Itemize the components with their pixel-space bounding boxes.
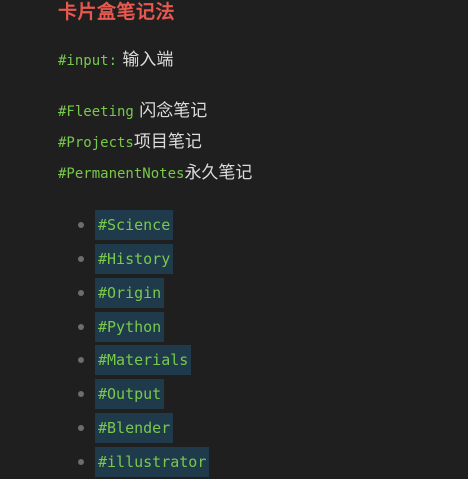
note-type-fleeting: #Fleeting 闪念笔记 <box>58 100 207 123</box>
projects-label: 项目笔记 <box>133 132 202 152</box>
permanent-notes-label: 永久笔记 <box>184 163 253 183</box>
projects-tag[interactable]: #Projects <box>58 135 134 151</box>
bullet-icon <box>78 324 84 330</box>
permanent-notes-tag[interactable]: #PermanentNotes <box>58 166 184 182</box>
tag-chip-origin[interactable]: #Origin <box>95 278 165 308</box>
bullet-icon <box>78 290 84 296</box>
tag-chip-illustrator[interactable]: #illustrator <box>95 447 210 477</box>
bullet-icon <box>78 256 84 262</box>
fleeting-tag[interactable]: #Fleeting <box>58 104 134 120</box>
fleeting-label: 闪念笔记 <box>133 101 208 121</box>
note-type-projects: #Projects项目笔记 <box>58 131 202 154</box>
note-title: 卡片盒笔记法 <box>58 1 176 23</box>
tag-chip-python[interactable]: #Python <box>95 312 165 342</box>
bullet-icon <box>78 222 84 228</box>
tag-chip-science[interactable]: #Science <box>95 210 174 240</box>
note-editor-page: 卡片盒笔记法 #input: 输入端 #Fleeting 闪念笔记 #Proje… <box>0 0 468 479</box>
tag-chip-materials[interactable]: #Materials <box>95 345 192 375</box>
note-type-permanent: #PermanentNotes永久笔记 <box>58 162 252 185</box>
tag-chip-output[interactable]: #Output <box>95 379 165 409</box>
input-line: #input: 输入端 <box>58 49 173 72</box>
bullet-icon <box>78 357 84 363</box>
input-label: 输入端 <box>117 50 174 70</box>
bullet-icon <box>78 425 84 431</box>
input-tag[interactable]: #input: <box>58 53 117 69</box>
tag-chip-blender[interactable]: #Blender <box>95 413 174 443</box>
tag-chip-history[interactable]: #History <box>95 244 174 274</box>
bullet-icon <box>78 391 84 397</box>
bullet-icon <box>78 459 84 465</box>
